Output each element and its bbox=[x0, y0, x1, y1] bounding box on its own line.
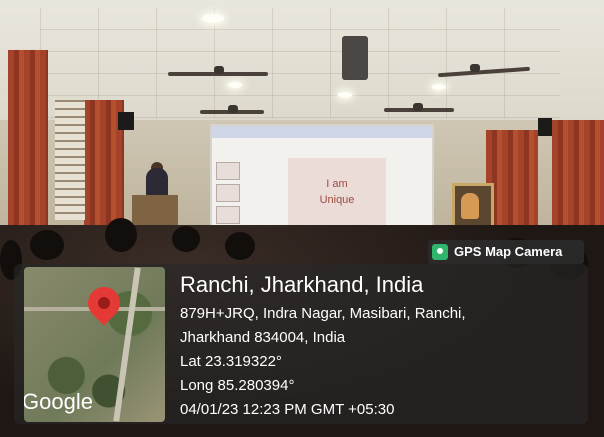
map-pin-center bbox=[95, 294, 113, 312]
map-pin-icon bbox=[81, 280, 127, 326]
address-line-1: 879H+JRQ, Indra Nagar, Masibari, Ranchi, bbox=[180, 305, 466, 322]
window bbox=[55, 100, 85, 220]
latitude: Lat 23.319322° bbox=[180, 353, 282, 370]
ceiling-light bbox=[432, 84, 446, 90]
ceiling-fan bbox=[214, 66, 224, 74]
timestamp: 04/01/23 12:23 PM GMT +05:30 bbox=[180, 401, 395, 418]
longitude: Long 85.280394° bbox=[180, 377, 295, 394]
curtain-left bbox=[8, 50, 48, 250]
location-city: Ranchi, Jharkhand, India bbox=[180, 272, 424, 297]
location-info-panel: Google Ranchi, Jharkhand, India 879H+JRQ… bbox=[14, 264, 588, 424]
address-line-2: Jharkhand 834004, India bbox=[180, 329, 346, 346]
audience-head bbox=[172, 226, 200, 252]
gps-map-camera-icon bbox=[432, 244, 448, 260]
wall-speaker bbox=[538, 118, 552, 136]
slide-text-line-1: I am bbox=[326, 178, 348, 190]
slide-thumbnail bbox=[216, 184, 240, 202]
badge-label: GPS Map Camera bbox=[454, 244, 563, 259]
location-map-thumbnail: Google bbox=[24, 267, 165, 422]
map-road bbox=[113, 267, 141, 422]
audience-head bbox=[225, 232, 255, 260]
ceiling-light bbox=[338, 92, 352, 98]
slide-main bbox=[288, 158, 386, 226]
slide-thumbnail bbox=[216, 206, 240, 224]
slide-thumbnail bbox=[216, 162, 240, 180]
speaker-person bbox=[146, 168, 168, 198]
ceiling-fan bbox=[413, 103, 423, 111]
audience-head bbox=[105, 218, 137, 252]
wall-speaker bbox=[118, 112, 134, 130]
gps-icon-dot bbox=[437, 248, 443, 254]
slide-text-line-2: Unique bbox=[319, 194, 355, 206]
gps-map-camera-badge: GPS Map Camera bbox=[428, 240, 584, 264]
portrait-figure bbox=[461, 193, 479, 219]
projector bbox=[342, 36, 368, 80]
ceiling-light bbox=[228, 82, 242, 88]
audience-head bbox=[30, 230, 64, 260]
slide-toolbar bbox=[212, 126, 432, 138]
ceiling-light bbox=[202, 14, 224, 23]
ceiling-fan bbox=[470, 64, 480, 72]
ceiling-fan bbox=[228, 105, 238, 113]
map-provider-logo: Google bbox=[24, 389, 93, 414]
